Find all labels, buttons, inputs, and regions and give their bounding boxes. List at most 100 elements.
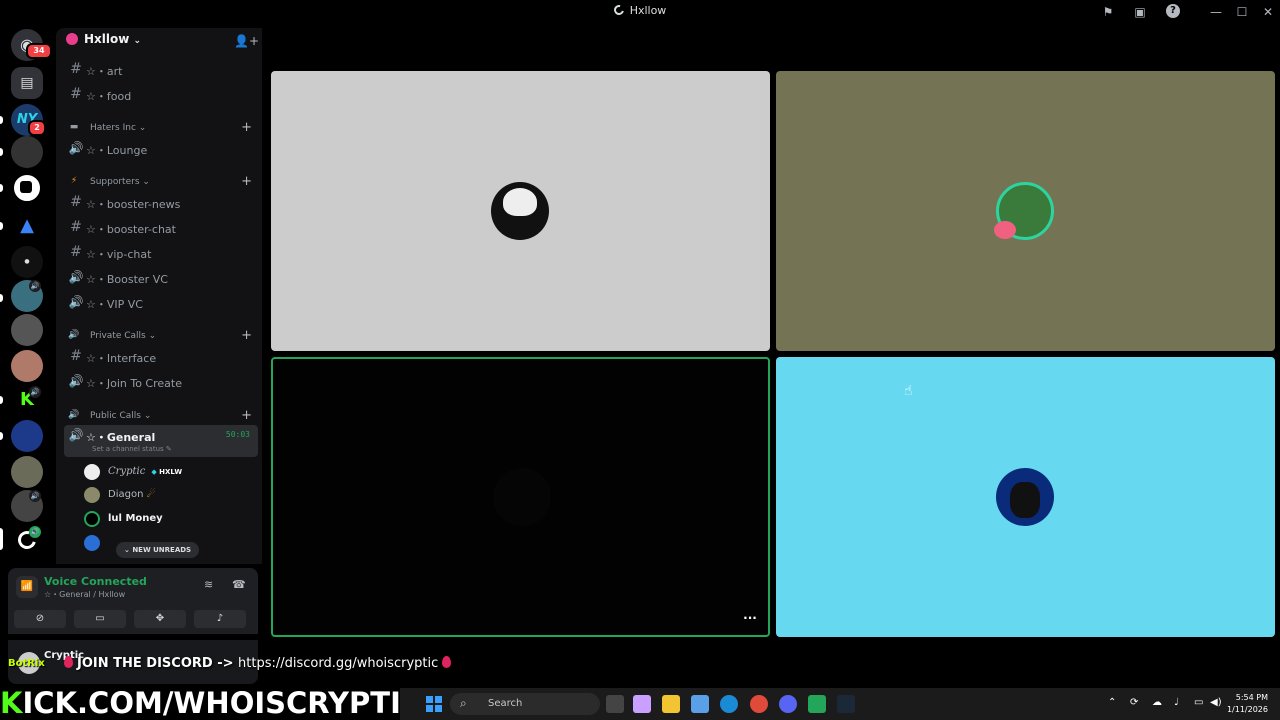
add-channel-icon[interactable]: + [241,408,252,423]
file-explorer-icon[interactable] [662,695,680,713]
member-tag: ◆ HXLW [151,468,182,476]
taskbar-search[interactable]: ⌕ Search [450,693,600,715]
category-public-calls[interactable]: 🔊 Public Calls ⌄ + [64,408,258,424]
channel-status[interactable]: Set a channel status ✎ [92,445,172,453]
camera-off-button[interactable]: ⊘ [14,610,66,628]
guild-header[interactable]: Hxllow ⌄ [66,32,141,52]
speaker-icon: 🔊 [29,526,41,538]
channel-vip-chat[interactable]: # ☆・vip-chat [64,242,258,264]
network-icon[interactable]: ▭ [1194,697,1203,708]
server-folder-icon[interactable]: ▤ [11,67,43,99]
channel-interface[interactable]: # ☆・Interface [64,346,258,368]
maximize-button[interactable]: ☐ [1230,2,1254,22]
add-channel-icon[interactable]: + [241,120,252,135]
screen-share-button[interactable]: ▭ [74,610,126,628]
participant-avatar [493,468,551,526]
clock-time: 5:54 PM [1235,693,1268,702]
server-icon[interactable] [11,350,43,382]
channel-art[interactable]: # ☆・art [64,59,258,81]
add-channel-icon[interactable]: + [241,174,252,189]
channel-general[interactable]: 🔊 ☆・General 50:03 Set a channel status ✎ [64,425,258,457]
voice-location[interactable]: ☆・General / Hxllow [44,589,125,600]
close-button[interactable]: ✕ [1256,2,1280,22]
voice-status[interactable]: Voice Connected [44,575,147,588]
task-view-icon[interactable] [606,695,624,713]
channel-lounge[interactable]: 🔊 ☆・Lounge [64,138,258,160]
emoji-icon: ☄ [146,489,156,500]
voice-member[interactable]: Diagon ☄ [84,484,254,506]
category-supporters[interactable]: ⚡ Supporters ⌄ + [64,174,258,190]
server-icon[interactable] [11,456,43,488]
cursor-hand-icon: ☝ [904,383,913,399]
channel-booster-vc[interactable]: 🔊 ☆・Booster VC [64,267,258,289]
window-title: Hxllow [0,3,1280,17]
add-channel-icon[interactable]: + [241,328,252,343]
mic-icon[interactable]: ♩ [1174,697,1179,708]
video-tile-4[interactable]: ☝ [776,357,1275,637]
category-private-calls[interactable]: 🔊 Private Calls ⌄ + [64,328,258,344]
member-name: Cryptic ◆ HXLW [108,466,182,477]
signal-icon[interactable]: 📶 [16,576,38,598]
video-tile-2[interactable] [776,71,1275,351]
help-icon[interactable]: ? [1166,4,1180,18]
speaker-icon: 🔊 [68,374,84,388]
more-options-icon[interactable]: ··· [740,612,760,627]
selected-pill [0,528,3,550]
video-tile-1[interactable] [271,71,770,351]
category-haters[interactable]: ▬ Haters Inc ⌄ + [64,120,258,136]
flag-icon[interactable]: ⚑ [1100,4,1116,20]
disconnect-icon[interactable]: ☎ [232,578,246,591]
video-tile-3[interactable]: ··· [271,357,770,637]
tray-chevron-icon[interactable]: ⌃ [1108,697,1116,708]
channel-name: ☆・booster-chat [86,223,176,236]
member-name-text: Diagon [108,489,144,500]
copilot-icon[interactable] [633,695,651,713]
category-label: Haters Inc [90,123,136,133]
windows-start-icon[interactable] [426,696,442,712]
category-label: Private Calls [90,331,146,341]
kick-url-text: ICK.COM/WHOISCRYPTIC [22,686,423,720]
speaker-icon: 🔊 [29,386,41,398]
channel-booster-chat[interactable]: # ☆・booster-chat [64,217,258,239]
channel-vip-vc[interactable]: 🔊 ☆・VIP VC [64,292,258,314]
server-icon[interactable] [11,314,43,346]
title-bar: Hxllow ⚑ ▣ ? — ☐ ✕ [0,0,1280,24]
minimize-button[interactable]: — [1204,2,1228,22]
server-icon[interactable] [11,420,43,452]
voice-member[interactable]: Cryptic ◆ HXLW [84,461,254,483]
chrome-icon[interactable] [750,695,768,713]
unread-pill [0,184,3,192]
blood-drop-icon [64,656,73,668]
noise-suppression-icon[interactable]: ≋ [204,578,213,591]
volume-icon[interactable]: ◀) [1210,697,1222,708]
channel-join-to-create[interactable]: 🔊 ☆・Join To Create [64,371,258,393]
server-icon[interactable]: ● [11,246,43,278]
windows-taskbar: ⌕ Search ⌃ ⟳ ☁ ♩ ▭ ◀) 5:54 PM 1/11/2026 [400,688,1280,720]
new-unreads-button[interactable]: ⌄ NEW UNREADS [116,542,200,558]
sync-icon[interactable]: ⟳ [1130,697,1138,708]
channel-booster-news[interactable]: # ☆・booster-news [64,192,258,214]
server-icon[interactable]: ▲ [11,210,43,242]
activities-button[interactable]: ✥ [134,610,186,628]
inbox-icon[interactable]: ▣ [1132,4,1148,20]
speaker-icon: 🔊 [29,280,41,292]
channel-name: ☆・Join To Create [86,377,182,390]
onedrive-icon[interactable]: ☁ [1152,697,1162,708]
edge-icon[interactable] [720,695,738,713]
steam-icon[interactable] [837,695,855,713]
app-icon[interactable] [808,695,826,713]
search-icon: ⌕ [460,696,467,710]
voice-member[interactable]: lul Money [84,508,254,530]
server-icon[interactable] [11,136,43,168]
add-member-icon[interactable]: 👤+ [234,34,259,48]
avatar [84,511,100,527]
discord-app-icon[interactable] [779,695,797,713]
channel-name: ☆・Interface [86,352,157,365]
hxllow-logo-icon [611,3,626,17]
taskbar-clock[interactable]: 5:54 PM 1/11/2026 [1227,692,1268,716]
channel-food[interactable]: # ☆・food [64,84,258,106]
store-icon[interactable] [691,695,709,713]
hash-icon: # [70,348,82,364]
server-icon[interactable] [11,172,43,204]
soundboard-button[interactable]: ♪ [194,610,246,628]
